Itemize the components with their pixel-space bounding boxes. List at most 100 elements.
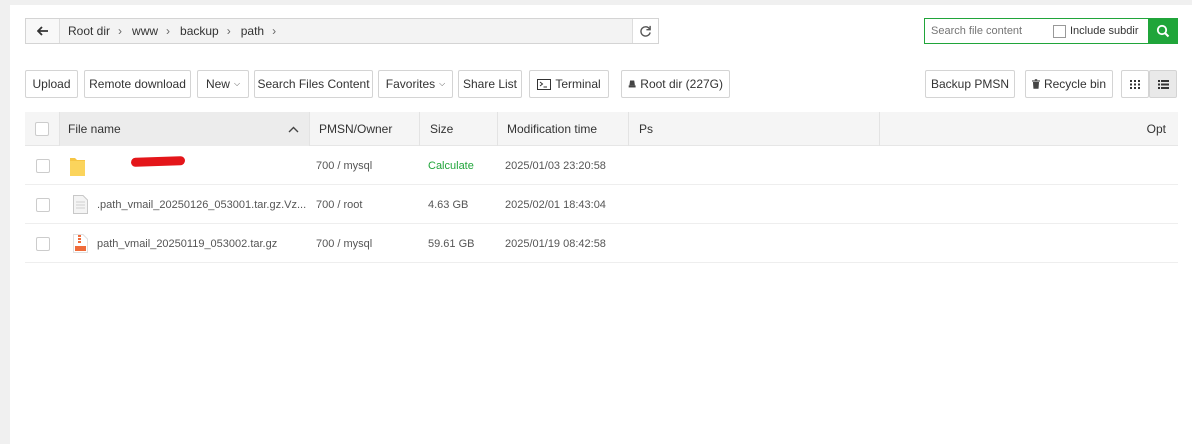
grid-view-icon [1130, 79, 1140, 89]
refresh-icon [640, 25, 651, 37]
refresh-button[interactable] [632, 19, 658, 43]
search-icon [1156, 24, 1170, 38]
list-view-button[interactable] [1149, 70, 1177, 98]
backup-pmsn-label: Backup PMSN [930, 77, 1010, 91]
column-ps: Ps [629, 112, 880, 146]
favorites-label: Favorites [385, 77, 436, 91]
chevron-right-icon: › [166, 24, 171, 38]
folder-icon [70, 157, 85, 176]
breadcrumb-item-root[interactable]: Root dir › [64, 24, 128, 38]
column-filename-label: File name [68, 122, 121, 136]
upload-button[interactable]: Upload [25, 70, 78, 98]
filename-cell[interactable]: .path_vmail_20250126_053001.tar.gz.Vz... [73, 185, 310, 224]
include-subdir-checkbox[interactable]: Include subdir [1053, 24, 1139, 38]
share-list-label: Share List [462, 77, 518, 91]
mtime-text: 2025/02/01 18:43:04 [505, 198, 606, 211]
list-view-icon [1157, 79, 1169, 89]
row-checkbox[interactable] [35, 236, 50, 251]
breadcrumb: Root dir › www › backup › path › [60, 24, 632, 38]
row-checkbox[interactable] [35, 158, 50, 173]
content-search-box: Include subdir [924, 18, 1178, 44]
file-icon [73, 195, 88, 214]
search-button[interactable] [1148, 18, 1178, 44]
breadcrumb-item-backup[interactable]: backup › [176, 24, 237, 38]
breadcrumb-label: Root dir [68, 24, 111, 38]
address-bar: Root dir › www › backup › path › [25, 18, 659, 44]
terminal-icon [537, 78, 552, 90]
permission-text: 700 / mysql [316, 237, 373, 250]
new-label: New [205, 77, 230, 91]
permission-text: 700 / mysql [316, 159, 373, 172]
calculate-link[interactable]: Calculate [428, 160, 474, 172]
chevron-right-icon: › [272, 24, 277, 38]
filename-text: path_vmail_20250119_053002.tar.gz [97, 237, 278, 250]
breadcrumb-label: path [240, 24, 265, 38]
back-button[interactable] [26, 19, 60, 43]
share-list-button[interactable]: Share List [458, 70, 522, 98]
table-row[interactable]: 700 / mysql Calculate 2025/01/03 23:20:5… [25, 146, 1178, 185]
row-checkbox[interactable] [35, 197, 50, 212]
search-files-content-button[interactable]: Search Files Content [254, 70, 373, 98]
favorites-dropdown-button[interactable]: Favorites ⌵ [378, 70, 453, 98]
chevron-down-icon: ⌵ [439, 79, 446, 88]
mtime-text: 2025/01/03 23:20:58 [505, 159, 606, 172]
permission-text: 700 / root [316, 198, 363, 211]
filename-cell[interactable] [69, 146, 309, 185]
size-cell[interactable]: Calculate [428, 146, 498, 185]
select-all-checkbox[interactable] [35, 122, 49, 136]
grid-view-button[interactable] [1121, 70, 1149, 98]
terminal-button[interactable]: Terminal [529, 70, 609, 98]
remote-download-button[interactable]: Remote download [84, 70, 191, 98]
table-row[interactable]: .path_vmail_20250126_053001.tar.gz.Vz...… [25, 185, 1178, 224]
column-filename[interactable]: File name [60, 112, 310, 146]
search-files-label: Search Files Content [257, 77, 370, 91]
size-cell: 4.63 GB [428, 185, 498, 224]
include-subdir-label: Include subdir [1070, 25, 1139, 37]
new-dropdown-button[interactable]: New ⌵ [197, 70, 249, 98]
row-select-cell [25, 224, 60, 263]
root-dir-label: Root dir (227G) [640, 77, 723, 91]
column-modification-time[interactable]: Modification time [498, 112, 629, 146]
search-input[interactable] [925, 19, 1049, 43]
size-text: 59.61 GB [428, 237, 475, 250]
remote-download-label: Remote download [89, 77, 186, 91]
filename-text: .path_vmail_20250126_053001.tar.gz.Vz... [97, 198, 307, 211]
chevron-right-icon: › [226, 24, 231, 38]
permission-cell[interactable]: 700 / mysql [316, 146, 416, 185]
recycle-bin-label: Recycle bin [1043, 77, 1106, 91]
table-row[interactable]: path_vmail_20250119_053002.tar.gz 700 / … [25, 224, 1178, 263]
sort-up-icon [288, 126, 299, 132]
column-permission-label: PMSN/Owner [319, 122, 393, 136]
column-permission[interactable]: PMSN/Owner [310, 112, 420, 146]
row-select-cell [25, 146, 60, 185]
mtime-cell: 2025/02/01 18:43:04 [505, 185, 629, 224]
terminal-label: Terminal [555, 77, 601, 91]
redaction-mark [130, 156, 186, 167]
permission-cell[interactable]: 700 / root [316, 185, 416, 224]
filename-cell[interactable]: path_vmail_20250119_053002.tar.gz [73, 224, 310, 263]
root-dir-disk-button[interactable]: Root dir (227G) [621, 70, 730, 98]
column-ps-label: Ps [639, 122, 654, 136]
column-opt-label: Opt [1146, 122, 1166, 136]
row-select-cell [25, 185, 60, 224]
backup-pmsn-button[interactable]: Backup PMSN [925, 70, 1015, 98]
checkbox-icon [1053, 24, 1066, 38]
size-text: 4.63 GB [428, 198, 469, 211]
breadcrumb-item-path[interactable]: path › [237, 24, 282, 38]
size-cell: 59.61 GB [428, 224, 498, 263]
select-all-cell [25, 112, 60, 146]
back-arrow-icon [36, 26, 48, 36]
file-manager-panel: Root dir › www › backup › path › Include sub… [10, 5, 1192, 444]
mtime-text: 2025/01/19 08:42:58 [505, 237, 606, 250]
breadcrumb-item-www[interactable]: www › [128, 24, 176, 38]
disk-icon [628, 80, 636, 88]
permission-cell[interactable]: 700 / mysql [316, 224, 416, 263]
breadcrumb-label: www [132, 24, 159, 38]
column-size[interactable]: Size [420, 112, 498, 146]
column-size-label: Size [430, 122, 454, 136]
column-mtime-label: Modification time [507, 122, 598, 136]
archive-file-icon [73, 234, 88, 253]
recycle-bin-button[interactable]: Recycle bin [1025, 70, 1113, 98]
mtime-cell: 2025/01/03 23:20:58 [505, 146, 629, 185]
upload-label: Upload [32, 77, 71, 91]
